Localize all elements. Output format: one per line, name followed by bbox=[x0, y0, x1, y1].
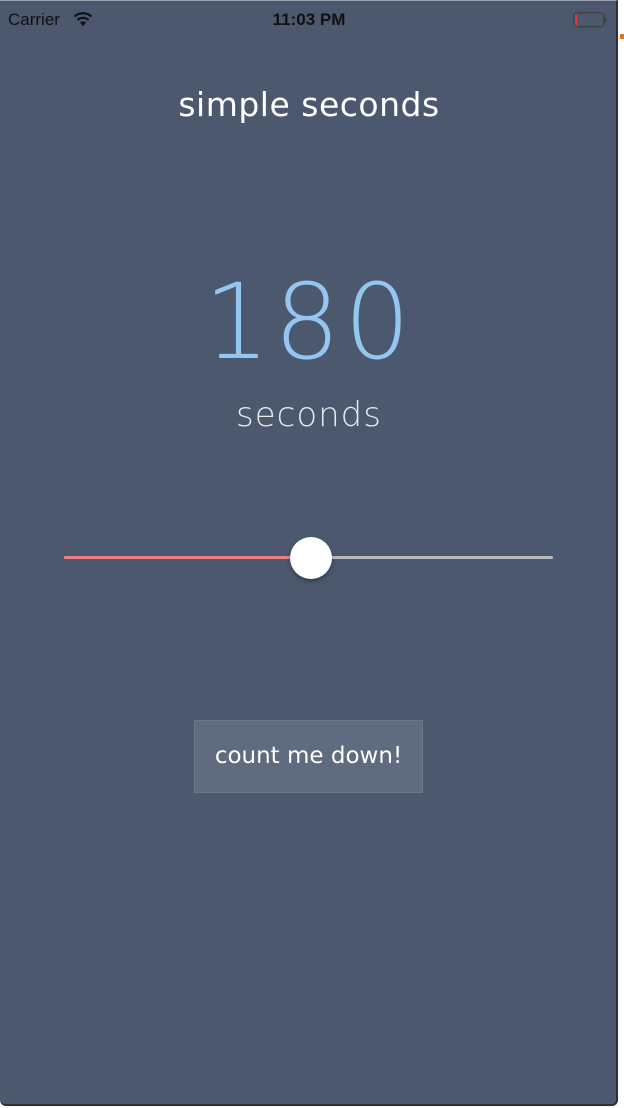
slider-thumb[interactable] bbox=[289, 537, 332, 579]
slider-fill bbox=[64, 556, 309, 559]
window-edge-accent bbox=[620, 34, 624, 39]
count-me-down-button[interactable]: count me down! bbox=[194, 720, 423, 793]
seconds-value: 180 bbox=[203, 261, 415, 383]
status-bar: Carrier 11:03 PM bbox=[0, 1, 618, 41]
seconds-slider[interactable] bbox=[64, 537, 553, 579]
seconds-unit-label: seconds bbox=[236, 395, 382, 435]
app-title: simple seconds bbox=[178, 85, 440, 124]
app-screen: Carrier 11:03 PM simple seconds 180 seco… bbox=[0, 0, 618, 1106]
battery-low-icon bbox=[573, 12, 607, 28]
status-time: 11:03 PM bbox=[272, 10, 346, 29]
